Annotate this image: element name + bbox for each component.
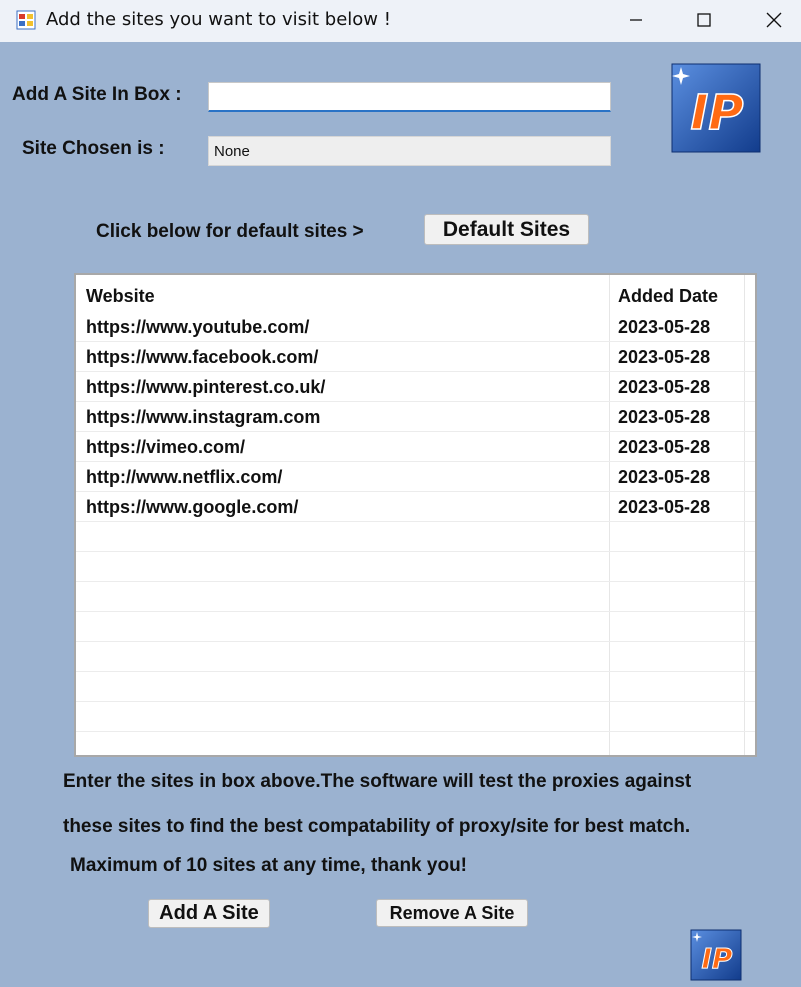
table-row[interactable]: https://vimeo.com/ 2023-05-28 bbox=[76, 432, 755, 462]
date-cell: 2023-05-28 bbox=[618, 497, 711, 517]
logo-text: IP bbox=[702, 942, 733, 975]
app-icon bbox=[16, 10, 36, 30]
sites-grid[interactable]: Website Added Date https://www.youtube.c… bbox=[74, 273, 757, 757]
date-cell: 2023-05-28 bbox=[618, 317, 711, 337]
default-sites-button[interactable]: Default Sites bbox=[424, 214, 589, 245]
add-site-button[interactable]: Add A Site bbox=[148, 899, 270, 928]
remove-site-button[interactable]: Remove A Site bbox=[376, 899, 528, 927]
table-row[interactable]: https://www.instagram.com 2023-05-28 bbox=[76, 402, 755, 432]
date-cell: 2023-05-28 bbox=[618, 407, 711, 427]
column-header-website[interactable]: Website bbox=[86, 281, 155, 311]
minimize-button[interactable] bbox=[613, 0, 659, 40]
add-site-input[interactable] bbox=[208, 82, 611, 112]
empty-row bbox=[76, 552, 755, 582]
website-cell: https://vimeo.com/ bbox=[86, 437, 246, 457]
grid-header-row: Website Added Date bbox=[76, 281, 755, 311]
default-sites-prompt: Click below for default sites > bbox=[96, 221, 364, 242]
site-chosen-value: None bbox=[208, 136, 611, 166]
empty-row bbox=[76, 672, 755, 702]
table-row[interactable]: https://www.facebook.com/ 2023-05-28 bbox=[76, 342, 755, 372]
website-cell: https://www.facebook.com/ bbox=[86, 347, 319, 367]
ip-logo-small: IP bbox=[690, 929, 742, 986]
date-cell: 2023-05-28 bbox=[618, 467, 711, 487]
info-line-3: Maximum of 10 sites at any time, thank y… bbox=[70, 855, 467, 876]
minimize-icon bbox=[630, 19, 642, 21]
date-cell: 2023-05-28 bbox=[618, 377, 711, 397]
empty-row bbox=[76, 702, 755, 732]
website-cell: https://www.instagram.com bbox=[86, 407, 321, 427]
website-cell: https://www.pinterest.co.uk/ bbox=[86, 377, 326, 397]
table-row[interactable]: https://www.pinterest.co.uk/ 2023-05-28 bbox=[76, 372, 755, 402]
title-bar[interactable]: Add the sites you want to visit below ! bbox=[0, 0, 801, 42]
empty-row bbox=[76, 582, 755, 612]
maximize-button[interactable] bbox=[681, 0, 727, 40]
table-row[interactable]: https://www.youtube.com/ 2023-05-28 bbox=[76, 312, 755, 342]
close-button[interactable] bbox=[751, 0, 797, 40]
logo-text: IP bbox=[690, 85, 743, 141]
ip-logo: IP bbox=[671, 63, 761, 158]
maximize-icon bbox=[697, 13, 711, 27]
window-title: Add the sites you want to visit below ! bbox=[46, 9, 391, 30]
table-row[interactable]: https://www.google.com/ 2023-05-28 bbox=[76, 492, 755, 522]
site-chosen-label: Site Chosen is : bbox=[22, 138, 165, 159]
dialog-window: Add the sites you want to visit below ! … bbox=[0, 0, 801, 987]
empty-row bbox=[76, 642, 755, 672]
table-row[interactable]: http://www.netflix.com/ 2023-05-28 bbox=[76, 462, 755, 492]
column-header-added-date[interactable]: Added Date bbox=[618, 281, 718, 311]
empty-row bbox=[76, 522, 755, 552]
date-cell: 2023-05-28 bbox=[618, 347, 711, 367]
close-icon bbox=[766, 12, 782, 28]
website-cell: https://www.google.com/ bbox=[86, 497, 299, 517]
website-cell: http://www.netflix.com/ bbox=[86, 467, 283, 487]
website-cell: https://www.youtube.com/ bbox=[86, 317, 310, 337]
empty-row bbox=[76, 612, 755, 642]
date-cell: 2023-05-28 bbox=[618, 437, 711, 457]
info-line-2: these sites to find the best compatabili… bbox=[63, 816, 691, 837]
info-line-1: Enter the sites in box above.The softwar… bbox=[63, 771, 692, 792]
add-site-label: Add A Site In Box : bbox=[12, 84, 182, 105]
